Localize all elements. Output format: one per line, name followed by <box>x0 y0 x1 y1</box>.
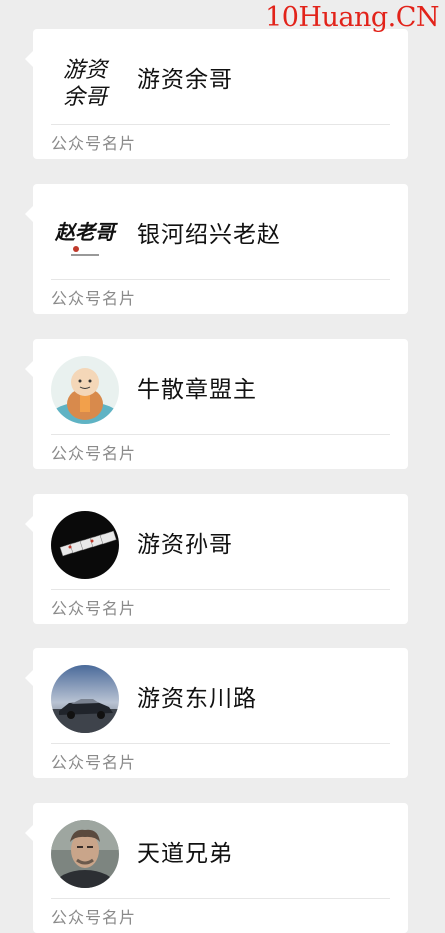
svg-text:游资: 游资 <box>63 58 110 83</box>
card-footer-label: 公众号名片 <box>51 908 137 927</box>
card-footer-label: 公众号名片 <box>51 134 137 153</box>
car-avatar <box>51 665 119 733</box>
card-footer-label: 公众号名片 <box>51 444 137 463</box>
card-header[interactable]: 游资东川路 <box>33 648 408 744</box>
contact-card-4[interactable]: 游资孙哥 公众号名片 <box>25 494 408 624</box>
portrait-avatar <box>51 820 119 888</box>
calligraphy-logo-avatar: 游资 余哥 <box>51 46 119 114</box>
account-name: 游资孙哥 <box>137 532 233 558</box>
account-name: 游资东川路 <box>137 686 257 712</box>
account-name: 银河绍兴老赵 <box>137 222 281 248</box>
svg-text:余哥: 余哥 <box>63 85 110 110</box>
contact-card-5[interactable]: 游资东川路 公众号名片 <box>25 648 408 778</box>
calligraphy-logo-avatar: 赵老哥 <box>51 201 119 269</box>
card-header[interactable]: 天道兄弟 <box>33 803 408 899</box>
contact-card-6[interactable]: 天道兄弟 公众号名片 <box>25 803 408 933</box>
account-name: 牛散章盟主 <box>137 377 257 403</box>
contact-card-1[interactable]: 游资 余哥 游资余哥 公众号名片 <box>25 29 408 159</box>
account-name: 天道兄弟 <box>137 841 233 867</box>
card-footer-label: 公众号名片 <box>51 753 137 772</box>
contact-card-2[interactable]: 赵老哥 银河绍兴老赵 公众号名片 <box>25 184 408 314</box>
divider <box>51 589 390 590</box>
svg-text:赵老哥: 赵老哥 <box>54 220 118 244</box>
cards-avatar <box>51 511 119 579</box>
card-footer-label: 公众号名片 <box>51 289 137 308</box>
card-header[interactable]: 游资孙哥 <box>33 494 408 590</box>
watermark: 10Huang.CN <box>265 2 439 33</box>
card-header[interactable]: 游资 余哥 游资余哥 <box>33 29 408 125</box>
divider <box>51 279 390 280</box>
divider <box>51 898 390 899</box>
account-name: 游资余哥 <box>137 67 233 93</box>
card-header[interactable]: 赵老哥 银河绍兴老赵 <box>33 184 408 280</box>
monk-illustration-avatar <box>51 356 119 424</box>
divider <box>51 743 390 744</box>
divider <box>51 124 390 125</box>
card-header[interactable]: 牛散章盟主 <box>33 339 408 435</box>
contact-card-3[interactable]: 牛散章盟主 公众号名片 <box>25 339 408 469</box>
card-footer-label: 公众号名片 <box>51 599 137 618</box>
divider <box>51 434 390 435</box>
